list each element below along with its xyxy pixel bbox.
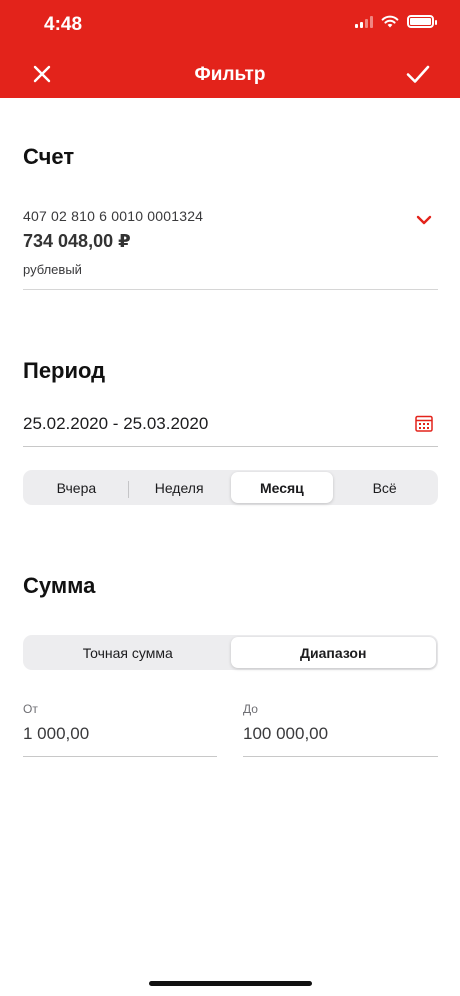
battery-icon [407,15,437,28]
period-section-title: Период [23,358,106,383]
period-segmented-control: Вчера Неделя Месяц Всё [23,470,438,505]
amount-mode-exact[interactable]: Точная сумма [25,637,231,668]
home-indicator [149,981,312,986]
chevron-down-icon [416,215,432,225]
period-option-yesterday[interactable]: Вчера [25,472,128,503]
amount-section-title: Сумма [23,573,96,598]
account-selector[interactable]: 407 02 810 6 0010 0001324 734 048,00 ₽ р… [23,200,438,290]
amount-from-input[interactable]: 1 000,00 [23,724,89,744]
amount-to-label: До [243,702,258,716]
period-date-field[interactable]: 25.02.2020 - 25.03.2020 [23,400,438,447]
period-option-week-label: Неделя [154,479,204,496]
account-balance: 734 048,00 ₽ [23,231,131,251]
segment-divider [127,481,129,498]
period-option-week[interactable]: Неделя [127,472,231,503]
amount-mode-segmented-control: Точная сумма Диапазон [23,635,438,670]
calendar-icon[interactable] [415,415,433,432]
wifi-icon [381,15,399,28]
amount-to-field[interactable]: До 100 000,00 [243,700,438,757]
amount-from-label: От [23,702,38,716]
top-bar: 4:48 Фильтр [0,0,460,98]
status-time: 4:48 [44,14,83,35]
signal-icon [355,15,373,28]
account-number: 407 02 810 6 0010 0001324 [23,208,204,224]
status-icons [355,15,437,28]
page-title: Фильтр [194,64,266,85]
checkmark-icon [406,65,430,83]
account-currency: рублевый [23,262,82,277]
period-option-all[interactable]: Всё [333,472,436,503]
amount-mode-range[interactable]: Диапазон [230,637,436,668]
amount-to-input[interactable]: 100 000,00 [243,724,328,744]
amount-from-field[interactable]: От 1 000,00 [23,700,217,757]
apply-button[interactable] [404,60,432,88]
account-section-title: Счет [23,144,75,169]
period-value: 25.02.2020 - 25.03.2020 [23,414,209,433]
period-option-month[interactable]: Месяц [230,472,334,503]
